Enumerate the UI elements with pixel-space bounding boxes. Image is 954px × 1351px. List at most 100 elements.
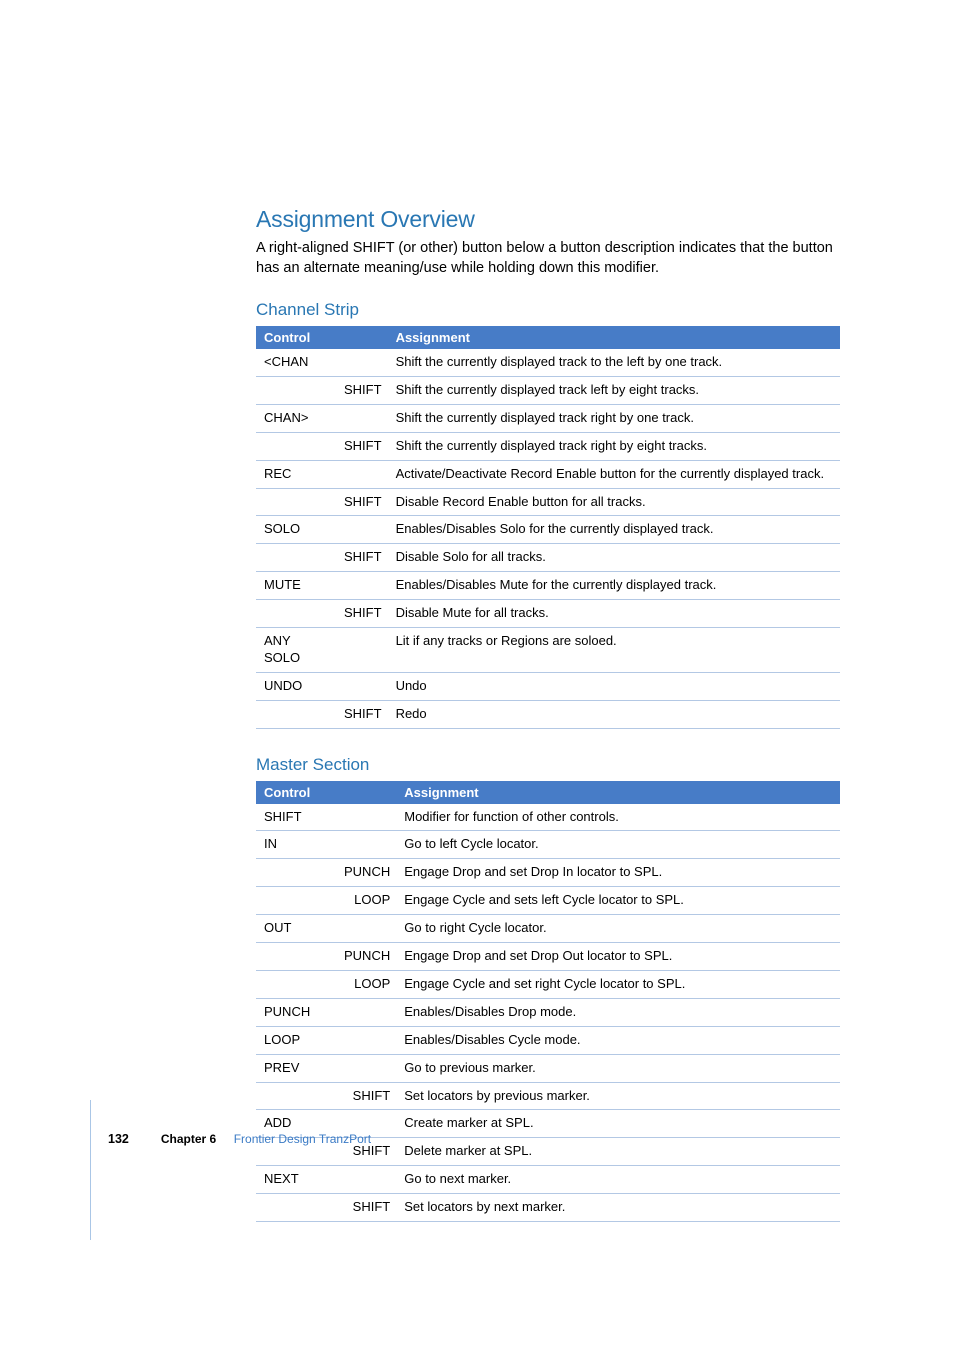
control-cell <box>256 859 336 887</box>
assignment-cell: Undo <box>388 672 840 700</box>
table-header-assignment: Assignment <box>396 781 840 804</box>
table-row: UNDO Undo <box>256 672 840 700</box>
channel-strip-table: Control Assignment <CHANShift the curren… <box>256 326 840 728</box>
assignment-cell: Activate/Deactivate Record Enable button… <box>388 460 840 488</box>
assignment-cell: Delete marker at SPL. <box>396 1138 840 1166</box>
assignment-cell: Engage Drop and set Drop Out locator to … <box>396 943 840 971</box>
assignment-cell: Enables/Disables Solo for the currently … <box>388 516 840 544</box>
modifier-cell <box>336 998 396 1026</box>
modifier-cell <box>336 516 388 544</box>
assignment-cell: Go to next marker. <box>396 1166 840 1194</box>
modifier-cell: SHIFT <box>336 600 388 628</box>
table-row: SHIFTDisable Solo for all tracks. <box>256 544 840 572</box>
modifier-cell: LOOP <box>336 970 396 998</box>
table-row: MUTE Enables/Disables Mute for the curren… <box>256 572 840 600</box>
modifier-cell <box>336 804 396 831</box>
table-row: SHIFTModifier for function of other cont… <box>256 804 840 831</box>
table-row: PUNCHEnables/Disables Drop mode. <box>256 998 840 1026</box>
table-header-control: Control <box>256 781 396 804</box>
assignment-cell: Disable Mute for all tracks. <box>388 600 840 628</box>
modifier-cell <box>336 831 396 859</box>
modifier-cell <box>336 1054 396 1082</box>
assignment-cell: Set locators by previous marker. <box>396 1082 840 1110</box>
table-header-control: Control <box>256 326 388 349</box>
table-row: SHIFTDisable Record Enable button for al… <box>256 488 840 516</box>
assignment-cell: Set locators by next marker. <box>396 1194 840 1222</box>
table-row: SHIFTShift the currently displayed track… <box>256 432 840 460</box>
modifier-cell: SHIFT <box>336 377 388 405</box>
control-cell <box>256 887 336 915</box>
control-cell: PUNCH <box>256 998 336 1026</box>
master-section-heading: Master Section <box>256 755 840 775</box>
control-cell: LOOP <box>256 1026 336 1054</box>
assignment-cell: Create marker at SPL. <box>396 1110 840 1138</box>
chapter-number: Chapter 6 <box>161 1132 216 1146</box>
table-row: SOLO Enables/Disables Solo for the curren… <box>256 516 840 544</box>
modifier-cell: SHIFT <box>336 432 388 460</box>
modifier-cell <box>336 915 396 943</box>
modifier-cell: SHIFT <box>336 700 388 728</box>
control-cell: UNDO <box>256 672 336 700</box>
table-row: CHAN>Shift the currently displayed track… <box>256 404 840 432</box>
table-row: SHIFTDisable Mute for all tracks. <box>256 600 840 628</box>
control-cell <box>256 432 336 460</box>
control-cell <box>256 1194 336 1222</box>
table-row: SHIFTRedo <box>256 700 840 728</box>
table-row: OUT Go to right Cycle locator. <box>256 915 840 943</box>
control-cell: <CHAN <box>256 349 336 376</box>
assignment-cell: Engage Cycle and set right Cycle locator… <box>396 970 840 998</box>
modifier-cell: LOOP <box>336 887 396 915</box>
modifier-cell: PUNCH <box>336 943 396 971</box>
assignment-cell: Enables/Disables Cycle mode. <box>396 1026 840 1054</box>
modifier-cell: SHIFT <box>336 544 388 572</box>
table-row: SHIFTSet locators by next marker. <box>256 1194 840 1222</box>
footer: 132 Chapter 6 Frontier Design TranzPort <box>108 1132 371 1146</box>
master-section-tbody: SHIFT Modifier for function of other cont… <box>256 804 840 1222</box>
modifier-cell <box>336 1026 396 1054</box>
control-cell <box>256 488 336 516</box>
assignment-cell: Go to previous marker. <box>396 1054 840 1082</box>
control-cell: MUTE <box>256 572 336 600</box>
table-row: LOOPEngage Cycle and set right Cycle loc… <box>256 970 840 998</box>
modifier-cell <box>336 628 388 673</box>
modifier-cell: SHIFT <box>336 1194 396 1222</box>
control-cell: OUT <box>256 915 336 943</box>
control-cell <box>256 1082 336 1110</box>
control-cell: SOLO <box>256 516 336 544</box>
modifier-cell <box>336 349 388 376</box>
table-row: RECActivate/Deactivate Record Enable but… <box>256 460 840 488</box>
modifier-cell <box>336 460 388 488</box>
assignment-cell: Enables/Disables Mute for the currently … <box>388 572 840 600</box>
modifier-cell <box>336 672 388 700</box>
table-row: SHIFTShift the currently displayed track… <box>256 377 840 405</box>
assignment-cell: Engage Cycle and sets left Cycle locator… <box>396 887 840 915</box>
chapter-title: Frontier Design TranzPort <box>234 1132 371 1146</box>
assignment-cell: Redo <box>388 700 840 728</box>
control-cell <box>256 544 336 572</box>
table-row: SHIFTSet locators by previous marker. <box>256 1082 840 1110</box>
table-row: PUNCHEngage Drop and set Drop In locator… <box>256 859 840 887</box>
control-cell: PREV <box>256 1054 336 1082</box>
intro-text: A right-aligned SHIFT (or other) button … <box>256 239 840 278</box>
assignment-cell: Go to right Cycle locator. <box>396 915 840 943</box>
assignment-cell: Disable Solo for all tracks. <box>388 544 840 572</box>
modifier-cell <box>336 404 388 432</box>
modifier-cell: PUNCH <box>336 859 396 887</box>
channel-strip-heading: Channel Strip <box>256 300 840 320</box>
table-row: PUNCHEngage Drop and set Drop Out locato… <box>256 943 840 971</box>
table-row: INGo to left Cycle locator. <box>256 831 840 859</box>
assignment-cell: Shift the currently displayed track righ… <box>388 404 840 432</box>
assignment-cell: Shift the currently displayed track righ… <box>388 432 840 460</box>
table-row: LOOPEngage Cycle and sets left Cycle loc… <box>256 887 840 915</box>
table-row: <CHANShift the currently displayed track… <box>256 349 840 376</box>
assignment-cell: Modifier for function of other controls. <box>396 804 840 831</box>
assignment-cell: Shift the currently displayed track left… <box>388 377 840 405</box>
assignment-cell: Lit if any tracks or Regions are soloed. <box>388 628 840 673</box>
table-row: LOOP Enables/Disables Cycle mode. <box>256 1026 840 1054</box>
control-cell <box>256 700 336 728</box>
control-cell: NEXT <box>256 1166 336 1194</box>
table-header-assignment: Assignment <box>388 326 840 349</box>
table-row: NEXT Go to next marker. <box>256 1166 840 1194</box>
main-heading: Assignment Overview <box>256 206 840 233</box>
left-margin-rule <box>90 1100 91 1240</box>
